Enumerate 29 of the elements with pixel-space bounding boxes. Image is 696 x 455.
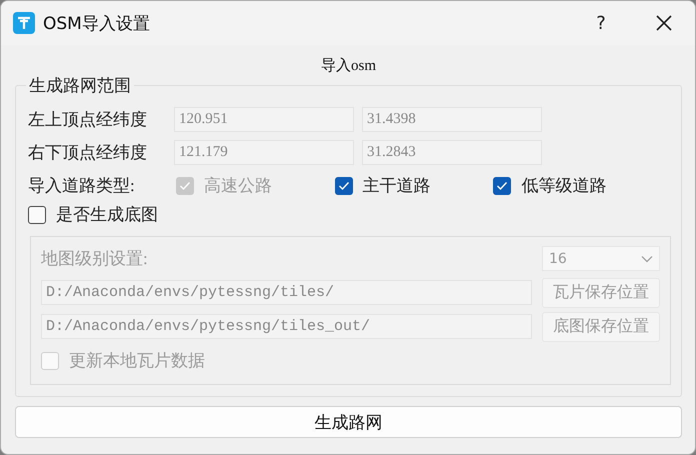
- field-label: 左上顶点经纬度: [28, 109, 148, 131]
- check-icon: [338, 180, 350, 190]
- checkbox[interactable]: [28, 206, 46, 224]
- help-button[interactable]: ?: [581, 12, 621, 34]
- basemap-checkbox[interactable]: 是否生成底图: [28, 203, 158, 226]
- latitude-field[interactable]: 31.2843: [362, 140, 542, 165]
- road-type-checkbox[interactable]: 低等级道路: [493, 174, 606, 197]
- checkbox-label: 高速公路: [204, 175, 272, 197]
- field-label: 右下顶点经纬度: [28, 142, 148, 164]
- window-title: OSM导入设置: [43, 12, 151, 34]
- app-icon: [13, 12, 35, 34]
- longitude-field[interactable]: 120.951: [174, 107, 354, 132]
- checkbox[interactable]: [493, 176, 512, 194]
- check-icon: [179, 180, 191, 190]
- field-label: 导入道路类型:: [28, 175, 136, 197]
- checkbox[interactable]: [334, 176, 353, 194]
- checkbox-label: 更新本地瓦片数据: [69, 350, 205, 372]
- longitude-field[interactable]: 121.179: [174, 140, 354, 165]
- road-type-checkbox[interactable]: 主干道路: [334, 174, 431, 197]
- check-icon: [496, 180, 508, 190]
- field-label: 地图级别设置:: [41, 248, 148, 270]
- checkbox-label: 低等级道路: [521, 175, 606, 197]
- chevron-icon: [641, 254, 653, 262]
- checkbox-label: 主干道路: [362, 175, 431, 197]
- latitude-field[interactable]: 31.4398: [362, 107, 542, 132]
- close-icon: [655, 14, 673, 32]
- generate-button[interactable]: 生成路网: [15, 406, 682, 438]
- section-heading: 导入osm: [320, 56, 377, 75]
- checkbox-label: 是否生成底图: [56, 204, 158, 226]
